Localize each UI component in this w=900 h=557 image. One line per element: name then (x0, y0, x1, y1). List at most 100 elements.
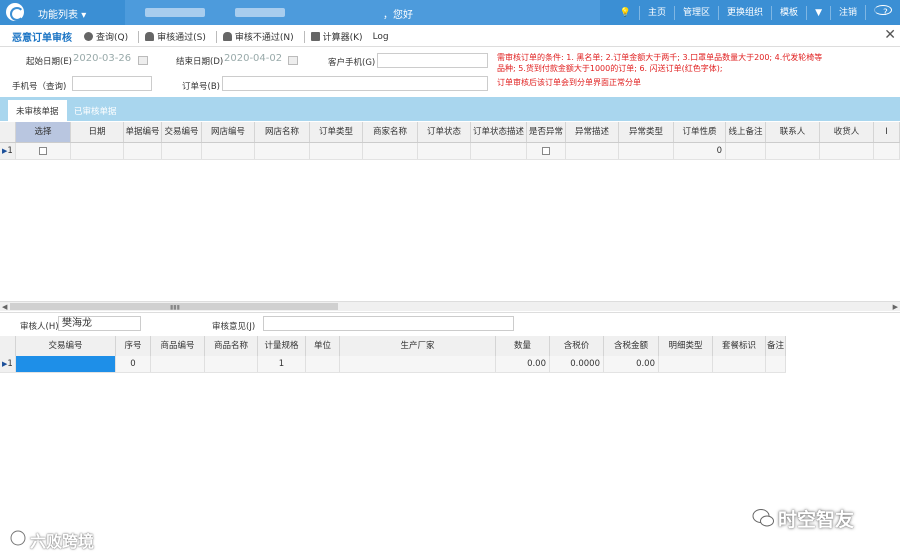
approve-button[interactable]: 审核通过(S) (145, 30, 206, 43)
store-name-cell (255, 143, 310, 159)
col-header-doc-no[interactable]: 单据编号 (124, 122, 162, 142)
greeting-text: ，您好 (383, 10, 413, 21)
col-header-trade-no[interactable]: 交易编号 (162, 122, 202, 142)
order-status-desc-cell (471, 143, 527, 159)
main-grid-hscrollbar[interactable]: ◀ ▮▮▮ ▶ (0, 301, 900, 311)
table-row[interactable]: ▶1 0 1 0.00 0.0000 0.00 (0, 356, 786, 373)
table-row[interactable]: ▶1 0 (0, 143, 900, 160)
nav-right-links: 💡 主页 管理区 更换组织 模板 ▼ 注销 ? (612, 0, 900, 25)
template-caret-down-icon[interactable]: ▼ (806, 5, 830, 20)
contact-cell (766, 143, 820, 159)
calculator-button-label: 计算器(K) (322, 33, 363, 43)
col-header-order-status[interactable]: 订单状态 (418, 122, 471, 142)
col-header-detail-trade-no[interactable]: 交易编号 (16, 336, 116, 356)
nav-link-logout[interactable]: 注销 (829, 5, 865, 20)
price-cell: 0.0000 (550, 356, 604, 372)
remark-cell (766, 356, 786, 372)
watermark-right: 时空智友 (778, 509, 855, 531)
tab-reviewed[interactable]: 已审核单据 (66, 100, 125, 121)
help-icon[interactable]: ? (865, 5, 900, 20)
nav-link-home[interactable]: 主页 (639, 5, 674, 20)
col-header-store-name[interactable]: 网店名称 (255, 122, 310, 142)
order-no-input[interactable] (222, 76, 488, 91)
review-conditions-notice: 需审核订单的条件: 1. 黑名单; 2.订单金额大于两千; 3.口罩单品数量大于… (497, 52, 837, 88)
approve-button-label: 审核通过(S) (157, 33, 206, 43)
product-name-cell (205, 356, 258, 372)
start-date-calendar-icon[interactable] (138, 56, 148, 65)
product-no-cell (151, 356, 205, 372)
close-icon[interactable]: ✕ (884, 27, 896, 43)
col-header-order-nature[interactable]: 订单性质 (674, 122, 726, 142)
phone-query-label: 手机号（查询) (12, 82, 67, 92)
review-opinion-input[interactable] (263, 316, 514, 331)
tab-bar: 未审核单据 已审核单据 (0, 97, 900, 121)
date-cell (71, 143, 124, 159)
col-header-contact[interactable]: 联系人 (766, 122, 820, 142)
toolbar-divider (138, 30, 140, 43)
col-header-date[interactable]: 日期 (71, 122, 124, 142)
row-index: 1 (7, 146, 13, 156)
scroll-right-arrow-icon[interactable]: ▶ (893, 302, 898, 312)
col-header-receiver[interactable]: 收货人 (820, 122, 874, 142)
col-header-unit[interactable]: 单位 (306, 336, 340, 356)
col-header-order-status-desc[interactable]: 订单状态描述 (471, 122, 527, 142)
lightbulb-icon[interactable]: 💡 (612, 6, 639, 20)
col-header-is-abnormal[interactable]: 是否异常 (527, 122, 566, 142)
end-date-input[interactable]: 2020-04-02 (224, 53, 282, 64)
nav-link-switch-org[interactable]: 更换组织 (718, 5, 771, 20)
col-header-qty[interactable]: 数量 (496, 336, 550, 356)
col-header-select[interactable]: 选择 (16, 122, 71, 142)
is-abnormal-cell[interactable] (527, 143, 566, 159)
qty-cell: 0.00 (496, 356, 550, 372)
col-header-manufacturer[interactable]: 生产厂家 (340, 336, 496, 356)
row-header: ▶1 (0, 143, 16, 159)
main-grid-header: 选择 日期 单据编号 交易编号 网店编号 网店名称 订单类型 商家名称 订单状态… (0, 122, 900, 143)
reject-icon (222, 32, 232, 41)
nav-link-admin[interactable]: 管理区 (674, 5, 718, 20)
customer-phone-input[interactable] (377, 53, 488, 68)
start-date-input[interactable]: 2020-03-26 (73, 53, 131, 64)
calculator-button[interactable]: 计算器(K) (310, 30, 363, 43)
detail-type-cell (659, 356, 713, 372)
reject-button[interactable]: 审核不通过(N) (222, 30, 294, 43)
customer-phone-label: 客户手机(G) (328, 58, 376, 68)
col-header-order-type[interactable]: 订单类型 (310, 122, 363, 142)
detail-trade-no-cell[interactable] (16, 356, 116, 372)
top-nav-bar: 功能列表 ▾ ，您好 💡 主页 管理区 更换组织 模板 ▼ 注销 ? (0, 0, 900, 25)
phone-query-input[interactable] (72, 76, 152, 91)
tab-pending[interactable]: 未审核单据 (8, 100, 67, 121)
col-header-product-no[interactable]: 商品编号 (151, 336, 205, 356)
col-header-online-remark[interactable]: 线上备注 (726, 122, 766, 142)
log-button[interactable]: Log (373, 32, 389, 42)
nav-link-template[interactable]: 模板 (771, 5, 806, 20)
col-header-spec[interactable]: 计量规格 (258, 336, 306, 356)
col-header-truncated[interactable]: I (874, 122, 900, 142)
toolbar-divider (215, 30, 217, 43)
query-button[interactable]: 查询(Q) (84, 30, 128, 43)
start-date-label: 起始日期(E) (26, 57, 73, 67)
seq-cell: 0 (116, 356, 151, 372)
notice-line-3: 订单审核后该订单会到分单界面正常分单 (497, 78, 641, 87)
col-header-package-flag[interactable]: 套餐标识 (713, 336, 766, 356)
col-header-abnormal-type[interactable]: 异常类型 (619, 122, 674, 142)
page-title: 恶意订单审核 (12, 33, 72, 44)
function-menu-label: 功能列表 (38, 10, 78, 21)
col-header-amount[interactable]: 含税金额 (604, 336, 659, 356)
end-date-calendar-icon[interactable] (288, 56, 298, 65)
is-abnormal-checkbox[interactable] (542, 146, 550, 155)
reviewer-input[interactable]: 樊海龙 (58, 316, 141, 331)
store-no-cell (202, 143, 255, 159)
col-header-merchant-name[interactable]: 商家名称 (363, 122, 418, 142)
select-checkbox[interactable] (39, 146, 47, 155)
col-header-seq[interactable]: 序号 (116, 336, 151, 356)
col-header-store-no[interactable]: 网店编号 (202, 122, 255, 142)
col-header-price[interactable]: 含税价 (550, 336, 604, 356)
col-header-remark[interactable]: 备注 (766, 336, 786, 356)
watermark-left: 六败跨境 (30, 532, 95, 551)
function-menu-dropdown[interactable]: 功能列表 ▾ (38, 6, 86, 21)
select-cell[interactable] (16, 143, 71, 159)
scroll-left-arrow-icon[interactable]: ◀ (2, 302, 7, 312)
col-header-detail-type[interactable]: 明细类型 (659, 336, 713, 356)
col-header-product-name[interactable]: 商品名称 (205, 336, 258, 356)
col-header-abnormal-desc[interactable]: 异常描述 (566, 122, 619, 142)
